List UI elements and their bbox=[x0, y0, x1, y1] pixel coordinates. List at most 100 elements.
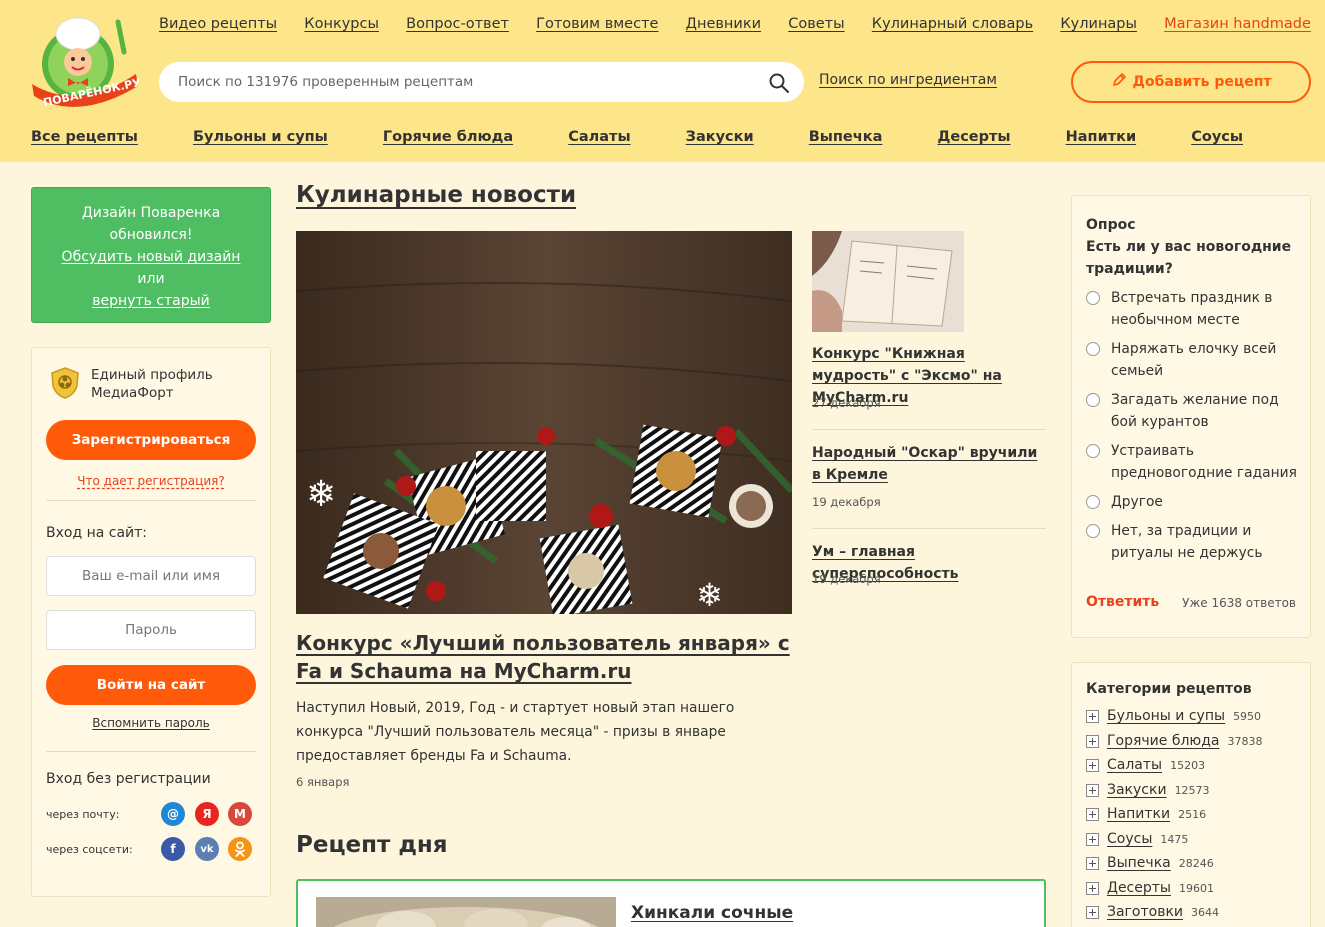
expand-icon[interactable] bbox=[1086, 783, 1099, 797]
svg-text:❄: ❄ bbox=[696, 576, 723, 614]
revert-design-link[interactable]: вернуть старый bbox=[92, 293, 210, 309]
category-item: Горячие блюда 37838 bbox=[1086, 731, 1262, 751]
topnav-shop[interactable]: Магазин handmade bbox=[1164, 16, 1311, 32]
poll-option[interactable]: Нет, за традиции и ритуалы не держусь bbox=[1086, 520, 1301, 564]
radio-button[interactable] bbox=[1086, 524, 1100, 538]
news-item-2-title[interactable]: Народный "Оскар" вручили в Кремле bbox=[812, 442, 1046, 486]
poll-option[interactable]: Встречать праздник в необычном месте bbox=[1086, 287, 1301, 331]
category-count: 1475 bbox=[1160, 832, 1189, 846]
add-recipe-button[interactable]: Добавить рецепт bbox=[1071, 61, 1311, 103]
topnav-cooks[interactable]: Кулинары bbox=[1060, 16, 1137, 32]
topnav-diaries[interactable]: Дневники bbox=[686, 16, 761, 32]
category-count: 5950 bbox=[1233, 709, 1262, 723]
recipe-image[interactable] bbox=[316, 897, 616, 927]
facebook-icon[interactable]: f bbox=[161, 837, 185, 861]
discuss-design-link[interactable]: Обсудить новый дизайн bbox=[62, 249, 241, 265]
register-button[interactable]: Зарегистрироваться bbox=[46, 420, 256, 460]
category-link[interactable]: Закуски bbox=[1107, 782, 1167, 798]
search-icon[interactable] bbox=[768, 72, 790, 94]
news-main-image[interactable]: ❄ ❄ bbox=[296, 231, 792, 614]
radio-button[interactable] bbox=[1086, 393, 1100, 407]
category-link[interactable]: Десерты bbox=[1107, 880, 1171, 896]
catnav-drinks[interactable]: Напитки bbox=[1066, 129, 1137, 145]
radio-button[interactable] bbox=[1086, 291, 1100, 305]
category-link[interactable]: Бульоны и супы bbox=[1107, 708, 1225, 724]
expand-icon[interactable] bbox=[1086, 832, 1099, 846]
catnav-desserts[interactable]: Десерты bbox=[937, 129, 1010, 145]
radio-button[interactable] bbox=[1086, 444, 1100, 458]
email-field[interactable] bbox=[46, 556, 256, 596]
yandex-icon[interactable]: Я bbox=[195, 802, 219, 826]
category-link[interactable]: Салаты bbox=[1107, 757, 1162, 773]
category-link[interactable]: Соусы bbox=[1107, 831, 1152, 847]
login-label: Вход на сайт: bbox=[46, 525, 148, 541]
category-link[interactable]: Горячие блюда bbox=[1107, 733, 1219, 749]
category-item: Выпечка 28246 bbox=[1086, 853, 1214, 873]
news-item-1-date: 27 декабря bbox=[812, 396, 881, 410]
expand-icon[interactable] bbox=[1086, 905, 1099, 919]
radio-button[interactable] bbox=[1086, 495, 1100, 509]
expand-icon[interactable] bbox=[1086, 709, 1099, 723]
news-main-text: Наступил Новый, 2019, Год - и стартует н… bbox=[296, 700, 735, 764]
catnav-sauces[interactable]: Соусы bbox=[1191, 129, 1243, 145]
topnav-dictionary[interactable]: Кулинарный словарь bbox=[872, 16, 1033, 32]
poll-question: Опрос Есть ли у вас новогодние традиции? bbox=[1086, 214, 1296, 280]
catnav-snacks[interactable]: Закуски bbox=[686, 129, 754, 145]
gmail-icon[interactable]: M bbox=[228, 802, 252, 826]
catnav-all[interactable]: Все рецепты bbox=[31, 129, 138, 145]
expand-icon[interactable] bbox=[1086, 856, 1099, 870]
category-link[interactable]: Заготовки bbox=[1107, 904, 1183, 920]
expand-icon[interactable] bbox=[1086, 807, 1099, 821]
recipe-of-day-card[interactable]: Хинкали сочные bbox=[296, 879, 1046, 927]
poll-option[interactable]: Устраивать предновогодние гадания bbox=[1086, 440, 1301, 484]
category-link[interactable]: Выпечка bbox=[1107, 855, 1171, 871]
catnav-hot[interactable]: Горячие блюда bbox=[383, 129, 513, 145]
search-input[interactable] bbox=[178, 74, 758, 90]
at-icon[interactable]: @ bbox=[161, 802, 185, 826]
category-link[interactable]: Напитки bbox=[1107, 806, 1170, 822]
login-button[interactable]: Войти на сайт bbox=[46, 665, 256, 705]
category-item: Напитки 2516 bbox=[1086, 804, 1206, 824]
catnav-salads[interactable]: Салаты bbox=[568, 129, 630, 145]
recipe-of-day-title[interactable]: Хинкали сочные bbox=[631, 903, 793, 923]
topnav-video[interactable]: Видео рецепты bbox=[159, 16, 277, 32]
divider bbox=[812, 528, 1046, 529]
poll-option[interactable]: Наряжать елочку всей семьей bbox=[1086, 338, 1301, 382]
poll-answer-count: Уже 1638 ответов bbox=[1182, 596, 1296, 610]
profile-title: Единый профиль МедиаФорт bbox=[91, 367, 213, 401]
site-logo[interactable]: ПОВАРЁНОК.РУ bbox=[28, 12, 143, 110]
news-item-3-date: 19 декабря bbox=[812, 572, 881, 586]
news-main-date: 6 января bbox=[296, 775, 350, 789]
password-field[interactable] bbox=[46, 610, 256, 650]
topnav-cook-together[interactable]: Готовим вместе bbox=[536, 16, 658, 32]
poll-option[interactable]: Другое bbox=[1086, 491, 1301, 513]
remember-password-link[interactable]: Вспомнить пароль bbox=[32, 716, 270, 730]
topnav-contests[interactable]: Конкурсы bbox=[304, 16, 379, 32]
search-box bbox=[159, 62, 804, 102]
catnav-soups[interactable]: Бульоны и супы bbox=[193, 129, 328, 145]
expand-icon[interactable] bbox=[1086, 758, 1099, 772]
expand-icon[interactable] bbox=[1086, 734, 1099, 748]
category-navigation: Все рецепты Бульоны и супы Горячие блюда… bbox=[31, 129, 1243, 145]
odnoklassniki-icon[interactable] bbox=[228, 837, 252, 861]
svg-text:❄: ❄ bbox=[306, 474, 336, 515]
expand-icon[interactable] bbox=[1086, 881, 1099, 895]
categories-panel: Категории рецептов Бульоны и супы 5950 Го… bbox=[1071, 662, 1311, 927]
vk-icon[interactable]: vk bbox=[195, 837, 219, 861]
poll-answer-button[interactable]: Ответить bbox=[1086, 594, 1159, 610]
what-registration-link[interactable]: Что дает регистрация? bbox=[32, 474, 270, 488]
ingredients-search-link[interactable]: Поиск по ингредиентам bbox=[819, 72, 997, 88]
poll-option[interactable]: Загадать желание под бой курантов bbox=[1086, 389, 1301, 433]
topnav-tips[interactable]: Советы bbox=[788, 16, 844, 32]
news-side-image[interactable] bbox=[812, 231, 964, 332]
news-main-title[interactable]: Конкурс «Лучший пользователь января» с F… bbox=[296, 629, 792, 685]
catnav-baking[interactable]: Выпечка bbox=[809, 129, 883, 145]
via-social-label: через соцсети: bbox=[46, 843, 133, 856]
mediafort-shield-icon bbox=[48, 366, 82, 400]
radio-button[interactable] bbox=[1086, 342, 1100, 356]
category-item: Бульоны и супы 5950 bbox=[1086, 706, 1261, 726]
topnav-qa[interactable]: Вопрос-ответ bbox=[406, 16, 509, 32]
site-header: ПОВАРЁНОК.РУ Видео рецепты Конкурсы Вопр… bbox=[0, 0, 1325, 162]
poll-option-label: Нет, за традиции и ритуалы не держусь bbox=[1111, 523, 1263, 561]
news-heading[interactable]: Кулинарные новости bbox=[296, 182, 576, 208]
